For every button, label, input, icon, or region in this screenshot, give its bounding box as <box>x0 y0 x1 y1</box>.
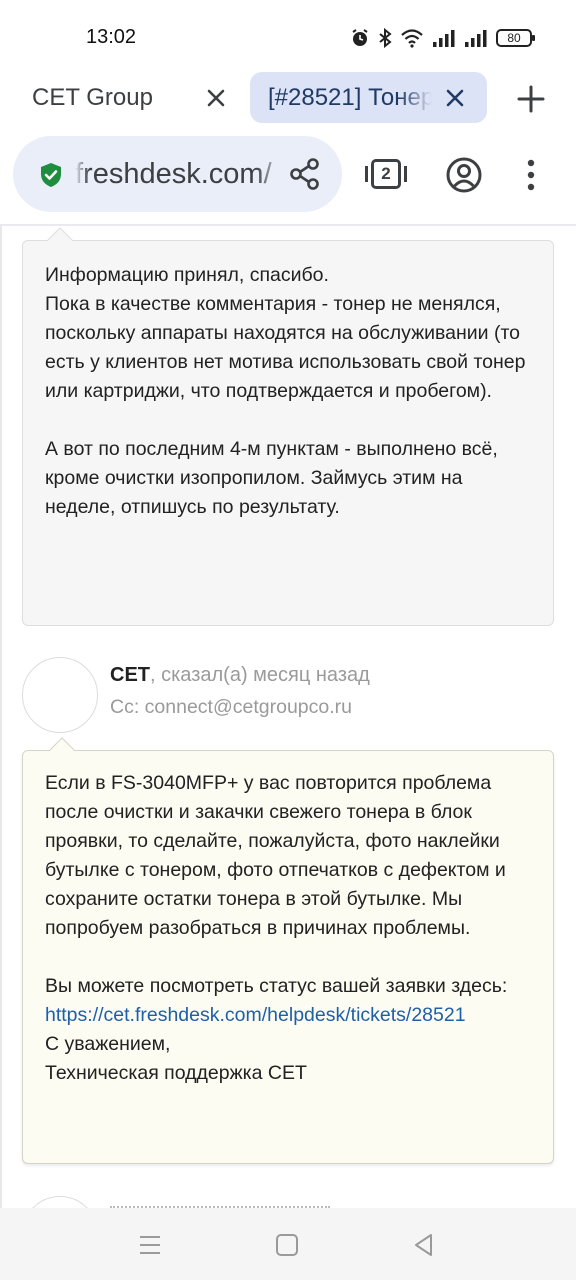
avatar[interactable] <box>22 1196 98 1208</box>
message-body: Информацию принял, спасибо. Пока в качес… <box>45 264 526 518</box>
close-icon[interactable] <box>204 86 228 110</box>
status-icons: 80 <box>350 26 535 50</box>
ticket-conversation: Информацию принял, спасибо. Пока в качес… <box>0 226 576 1208</box>
battery-icon: 80 <box>496 29 535 47</box>
close-icon[interactable] <box>443 86 467 110</box>
message-meta: , сказал(а) месяц назад <box>150 664 370 686</box>
message-signature: С уважением, Техническая поддержка CET <box>45 1033 307 1084</box>
tab-strip: CET Group [#28521] Тонер <box>0 72 576 128</box>
tab-title: [#28521] Тонер <box>268 83 432 111</box>
tab-title: CET Group <box>32 83 153 111</box>
signal-icon <box>465 30 487 47</box>
bluetooth-icon <box>379 28 392 48</box>
message-bubble: Если в FS-3040MFP+ у вас повторится проб… <box>22 737 554 1164</box>
bubble-pointer <box>47 227 73 253</box>
system-nav-bar <box>0 1208 576 1280</box>
browser-toolbar: freshdesk.com/ 2 <box>0 128 576 226</box>
ticket-link[interactable]: https://cet.freshdesk.com/helpdesk/ticke… <box>45 1004 466 1026</box>
message-cc: Cc: connect@cetgroupco.ru <box>110 696 352 718</box>
home-icon[interactable] <box>274 1232 300 1258</box>
new-tab-icon[interactable] <box>516 84 546 114</box>
more-menu-icon[interactable] <box>516 158 546 192</box>
message-author-line: CET, сказал(а) месяц назад <box>110 664 370 687</box>
address-bar[interactable]: freshdesk.com/ <box>13 136 342 212</box>
account-icon[interactable] <box>445 156 483 194</box>
bubble-pointer <box>49 737 75 763</box>
status-time: 13:02 <box>86 26 137 48</box>
alarm-icon <box>352 29 368 46</box>
message-bubble: Информацию принял, спасибо. Пока в качес… <box>22 227 554 626</box>
tab-cet-group[interactable]: CET Group <box>18 72 238 123</box>
recents-icon[interactable] <box>137 1232 163 1258</box>
tab-count: 2 <box>365 159 407 189</box>
secure-shield-icon[interactable] <box>37 161 65 189</box>
back-icon[interactable] <box>411 1232 437 1258</box>
wifi-icon <box>401 29 423 48</box>
message-body: Если в FS-3040MFP+ у вас повторится проб… <box>45 772 508 997</box>
tab-switcher-button[interactable]: 2 <box>365 157 407 193</box>
tab-ticket-28521[interactable]: [#28521] Тонер <box>250 72 487 123</box>
status-bar: 13:02 80 <box>0 0 576 72</box>
avatar[interactable] <box>22 657 98 733</box>
share-icon[interactable] <box>287 156 323 192</box>
url-text[interactable]: freshdesk.com/ <box>75 154 285 194</box>
thread-divider <box>0 226 2 1208</box>
signal-icon <box>433 30 455 47</box>
author-name[interactable]: CET <box>110 664 150 686</box>
